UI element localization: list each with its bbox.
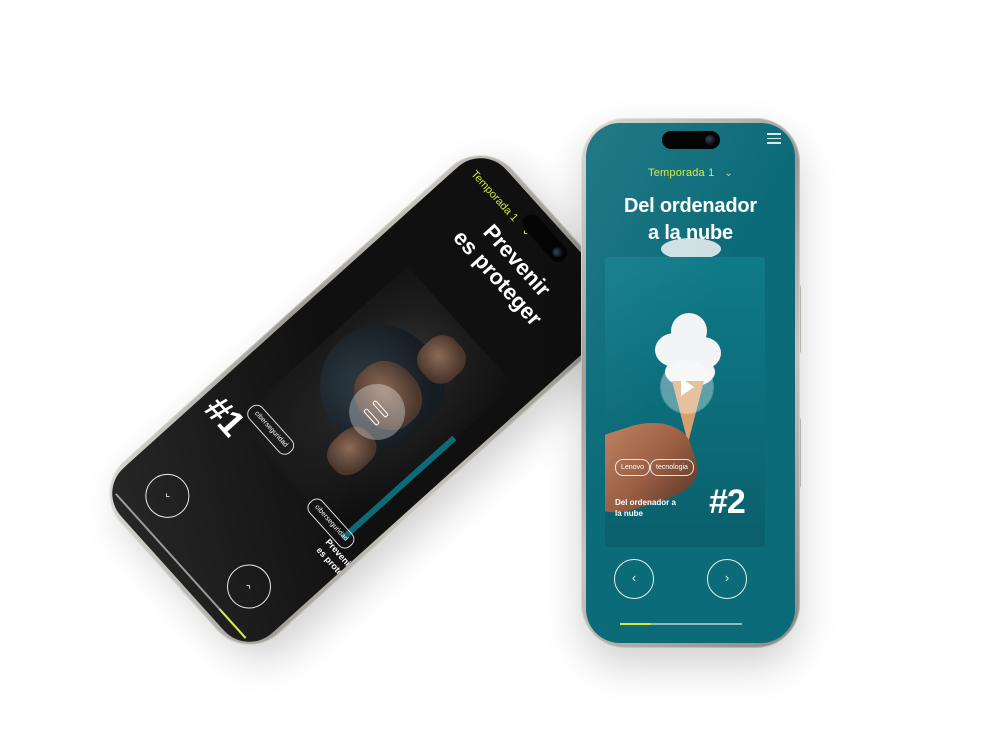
episode-title-line1: Del ordenador [624, 195, 757, 217]
pause-icon [362, 407, 381, 427]
hamburger-menu-icon[interactable] [767, 133, 781, 144]
chevron-left-icon: ‹ [631, 570, 637, 585]
chevron-right-icon: › [242, 579, 255, 593]
chevron-down-icon: ⌄ [724, 168, 733, 179]
tag-chip-tecnologia[interactable]: tecnologia [650, 459, 694, 476]
play-icon [681, 378, 694, 396]
episode-card[interactable]: Lenovo tecnologia Del ordenador a la nub… [605, 257, 765, 547]
phone-right-screen: Temporada 1 ⌄ Del ordenador a la nube Len… [586, 123, 795, 643]
dynamic-island [661, 131, 720, 149]
phone-left-content: ciberseguridad ciberseguridad Prevenir e… [98, 144, 631, 656]
season-selector[interactable]: Temporada 1 ⌄ [586, 167, 795, 179]
next-episode-button[interactable]: › [707, 559, 747, 599]
mockup-stage: ciberseguridad ciberseguridad Prevenir e… [0, 0, 1003, 752]
camera-icon [704, 135, 715, 145]
card-title-line2: la nube [615, 509, 644, 518]
next-episode-button[interactable]: › [217, 555, 281, 618]
phone-left: ciberseguridad ciberseguridad Prevenir e… [91, 137, 639, 663]
tag-chip-lenovo[interactable]: Lenovo [615, 459, 650, 476]
phone-right: Temporada 1 ⌄ Del ordenador a la nube Len… [581, 118, 800, 648]
phone-left-screen: ciberseguridad ciberseguridad Prevenir e… [98, 144, 632, 656]
progress-track [620, 623, 742, 625]
chevron-left-icon: ‹ [160, 488, 173, 502]
episode-number: #2 [709, 483, 746, 521]
episode-number: #1 [197, 387, 254, 444]
card-title-line1: Del ordenador a [615, 498, 676, 507]
prev-episode-button[interactable]: ‹ [136, 464, 199, 527]
season-label: Temporada 1 [648, 167, 715, 179]
card-title: Del ordenador a la nube [615, 497, 676, 519]
play-button[interactable] [661, 361, 713, 413]
chevron-right-icon: › [724, 570, 730, 585]
prev-episode-button[interactable]: ‹ [614, 559, 654, 599]
camera-icon [550, 245, 565, 260]
progress-fill [620, 623, 651, 625]
progress-track [115, 493, 247, 639]
pause-icon [371, 399, 390, 419]
progress-fill [218, 608, 247, 639]
